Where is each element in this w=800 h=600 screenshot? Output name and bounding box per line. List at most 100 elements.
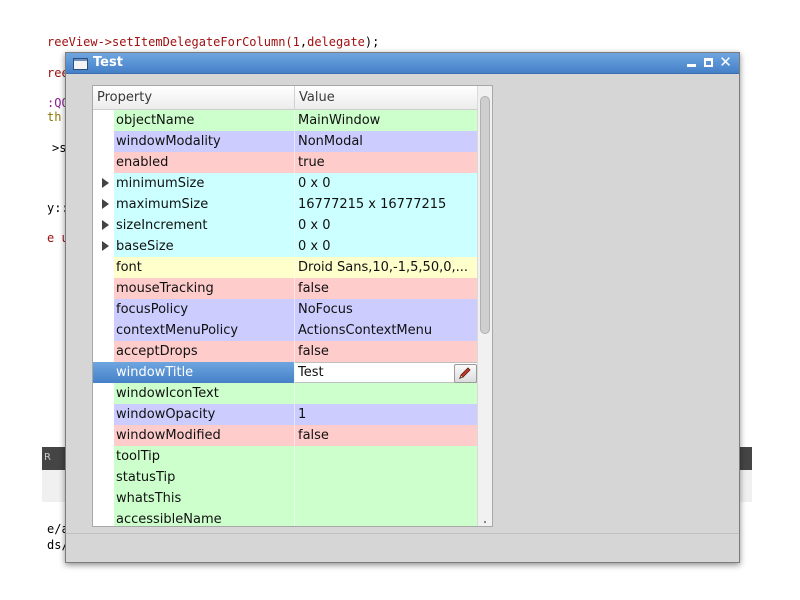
column-divider — [294, 257, 295, 278]
title-bar[interactable]: Test ✕ — [66, 53, 739, 74]
code-line-4: th — [47, 110, 62, 124]
column-divider — [294, 194, 295, 215]
property-name: windowOpacity — [116, 407, 216, 422]
column-divider — [294, 341, 295, 362]
table-row[interactable]: whatsThis — [93, 488, 477, 509]
property-rows: objectName MainWindow windowModality NonMod… — [93, 110, 477, 527]
window-icon — [73, 58, 88, 70]
table-row[interactable]: windowModality NonModal — [93, 131, 477, 152]
column-divider — [294, 110, 295, 131]
property-name: windowModality — [116, 134, 221, 149]
table-row[interactable]: mouseTracking false — [93, 278, 477, 299]
property-table: Property Value objectName MainWindow windo… — [92, 85, 493, 527]
value-editor — [295, 362, 477, 383]
background-panel — [738, 470, 752, 502]
column-divider — [294, 215, 295, 236]
triangle-right-icon[interactable] — [102, 220, 109, 230]
table-row[interactable]: windowIconText — [93, 383, 477, 404]
property-name: maximumSize — [116, 197, 209, 212]
column-divider — [294, 278, 295, 299]
property-value: Droid Sans,10,-1,5,50,0,... — [298, 260, 469, 275]
property-value: true — [298, 155, 325, 170]
background-panel-strip — [738, 447, 752, 470]
window-title-input[interactable] — [297, 364, 448, 381]
property-value: ActionsContextMenu — [298, 323, 433, 338]
property-name: sizeIncrement — [116, 218, 208, 233]
pencil-icon — [459, 367, 471, 379]
property-name: minimumSize — [116, 176, 205, 191]
property-name: font — [116, 260, 142, 275]
triangle-right-icon[interactable] — [102, 178, 109, 188]
minimize-icon[interactable] — [685, 56, 698, 69]
property-name: focusPolicy — [116, 302, 189, 317]
table-row[interactable]: enabled true — [93, 152, 477, 173]
close-icon[interactable]: ✕ — [719, 55, 732, 70]
code-number: 1 — [292, 35, 300, 49]
table-row[interactable]: objectName MainWindow — [93, 110, 477, 131]
property-name: baseSize — [116, 239, 174, 254]
property-value: NoFocus — [298, 302, 353, 317]
property-value: NonModal — [298, 134, 363, 149]
table-row[interactable]: sizeIncrement 0 x 0 — [93, 215, 477, 236]
window-title: Test — [93, 55, 123, 70]
column-divider — [294, 320, 295, 341]
property-name: mouseTracking — [116, 281, 214, 296]
column-header-value[interactable]: Value — [295, 86, 477, 109]
property-name: whatsThis — [116, 491, 182, 506]
property-value: false — [298, 344, 329, 359]
code-token: ); — [364, 35, 380, 49]
property-value: 1 — [298, 407, 307, 422]
table-row[interactable]: contextMenuPolicy ActionsContextMenu — [93, 320, 477, 341]
property-name: enabled — [116, 155, 169, 170]
table-row[interactable]: windowModified false — [93, 425, 477, 446]
property-name: accessibleName — [116, 512, 222, 527]
column-divider — [294, 425, 295, 446]
property-value: false — [298, 281, 329, 296]
table-row[interactable]: minimumSize 0 x 0 — [93, 173, 477, 194]
column-divider — [294, 173, 295, 194]
vertical-scrollbar[interactable] — [477, 86, 492, 526]
property-name: toolTip — [116, 449, 161, 464]
column-divider — [294, 509, 295, 526]
column-divider — [294, 404, 295, 425]
table-row[interactable]: statusTip — [93, 467, 477, 488]
scrollbar-grip — [484, 521, 486, 523]
table-header: Property Value — [93, 86, 477, 110]
column-divider — [294, 152, 295, 173]
row-background — [114, 446, 477, 467]
property-value: 0 x 0 — [298, 176, 331, 191]
column-divider — [294, 383, 295, 404]
table-row[interactable]: acceptDrops false — [93, 341, 477, 362]
background-panel — [42, 470, 66, 502]
table-row[interactable]: font Droid Sans,10,-1,5,50,0,... — [93, 257, 477, 278]
table-row[interactable]: accessibleName — [93, 509, 477, 527]
triangle-right-icon[interactable] — [102, 199, 109, 209]
triangle-right-icon[interactable] — [102, 241, 109, 251]
code-line-1: reeView->setItemDelegateForColumn(1,dele… — [47, 35, 379, 49]
background-strip-label: R — [44, 452, 51, 463]
column-divider — [294, 236, 295, 257]
property-name: acceptDrops — [116, 344, 198, 359]
table-row[interactable]: windowOpacity 1 — [93, 404, 477, 425]
dialog-window: Test ✕ Property Value objectName MainWind… — [65, 52, 740, 563]
property-name: statusTip — [116, 470, 176, 485]
column-divider — [294, 467, 295, 488]
table-row[interactable]: toolTip — [93, 446, 477, 467]
maximize-icon[interactable] — [702, 56, 715, 69]
table-row[interactable]: windowTitle — [93, 362, 477, 383]
property-value: 0 x 0 — [298, 218, 331, 233]
property-value: 16777215 x 16777215 — [298, 197, 447, 212]
column-divider — [294, 446, 295, 467]
scrollbar-thumb[interactable] — [480, 96, 490, 334]
table-row[interactable]: baseSize 0 x 0 — [93, 236, 477, 257]
table-row[interactable]: maximumSize 16777215 x 16777215 — [93, 194, 477, 215]
property-value: false — [298, 428, 329, 443]
column-divider — [294, 131, 295, 152]
column-header-property[interactable]: Property — [93, 86, 295, 109]
table-row[interactable]: focusPolicy NoFocus — [93, 299, 477, 320]
property-name: contextMenuPolicy — [116, 323, 239, 338]
status-bar — [66, 533, 739, 562]
code-token: reeView->setItemDelegateForColumn( — [47, 35, 293, 49]
property-name: objectName — [116, 113, 195, 128]
edit-button[interactable] — [454, 364, 477, 383]
